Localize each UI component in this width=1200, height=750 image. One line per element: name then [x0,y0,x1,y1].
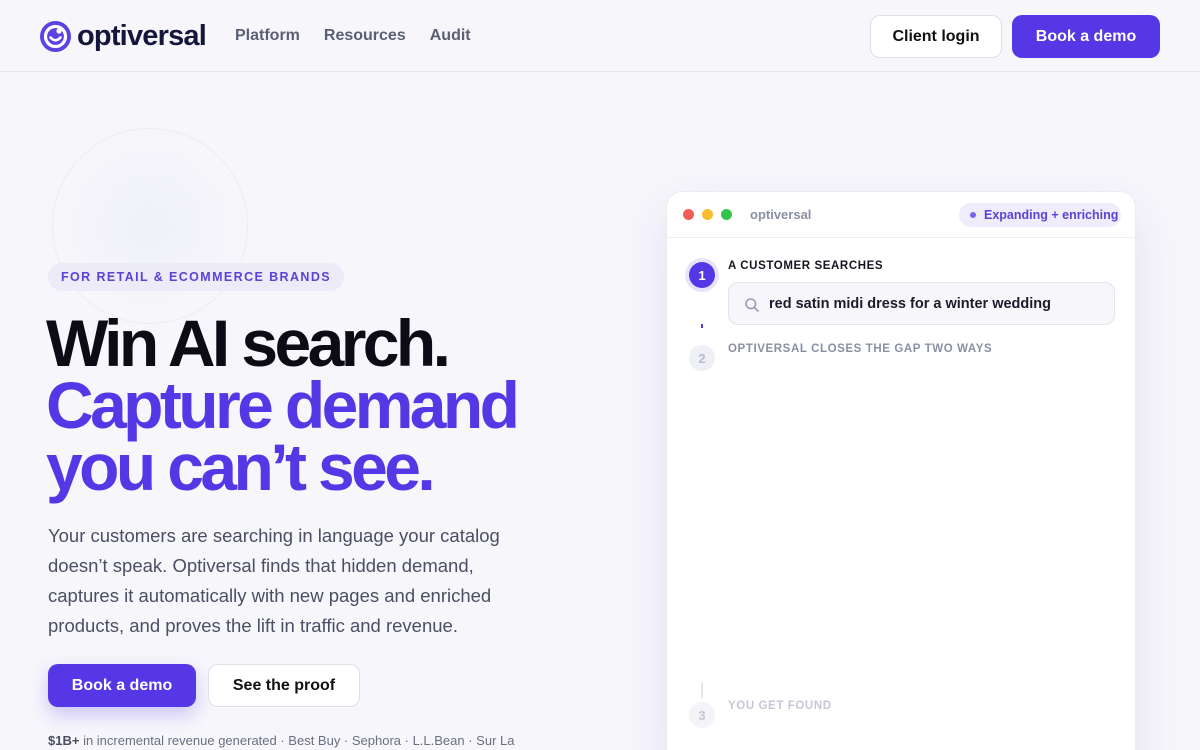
eyebrow-badge: FOR RETAIL & ECOMMERCE BRANDS [48,263,345,291]
nav-link-audit[interactable]: Audit [430,26,471,46]
proof-brands: in incremental revenue generated · Best … [79,733,515,748]
step-connector [701,324,703,328]
status-dot-icon [970,212,976,218]
status-badge: Expanding + enriching [959,203,1121,227]
minimize-dot-icon [702,209,713,220]
top-nav: optiversal Platform Resources Audit Clie… [0,0,1200,72]
social-proof-line: $1B+ in incremental revenue generated · … [48,732,568,750]
nav-link-platform[interactable]: Platform [235,26,300,46]
hero-description: Your customers are searching in language… [48,525,500,636]
maximize-dot-icon [721,209,732,220]
nav-links: Platform Resources Audit [235,26,471,46]
search-query: red satin midi dress for a winter weddin… [769,296,1051,312]
step-2-number: 2 [689,345,715,371]
demo-search-box: red satin midi dress for a winter weddin… [728,282,1115,325]
headline-line-1: Win AI search. [46,306,451,380]
nav-book-demo-button[interactable]: Book a demo [1012,15,1160,58]
headline-line-3: you can’t see. [46,430,436,504]
brand-name: optiversal [77,20,207,52]
step-1-label: A CUSTOMER SEARCHES [728,260,884,272]
status-text: Expanding + enriching [984,208,1119,222]
see-proof-button[interactable]: See the proof [208,664,360,707]
nav-link-resources[interactable]: Resources [324,26,406,46]
decorative-circle [52,128,248,324]
hero-book-demo-button[interactable]: Book a demo [48,664,196,707]
close-dot-icon [683,209,694,220]
revenue-stat: $1B+ [48,733,80,748]
search-icon [744,297,760,313]
step-1-number: 1 [689,262,715,288]
headline-line-2: Capture demand [46,368,520,442]
step-3-number: 3 [689,702,715,728]
window-titlebar: optiversal Expanding + enriching [667,192,1135,238]
logo-mark-icon [40,20,71,52]
step-connector [701,682,703,698]
step-3-label: YOU GET FOUND [728,700,832,712]
client-login-button[interactable]: Client login [870,15,1002,58]
window-title: optiversal [750,207,812,222]
hero-headline: Win AI search. Capture demand you can’t … [46,306,606,504]
brand-logo[interactable]: optiversal [40,20,207,52]
demo-window: optiversal Expanding + enriching 1 A CUS… [666,191,1136,750]
step-2-label: OPTIVERSAL CLOSES THE GAP TWO WAYS [728,343,993,355]
